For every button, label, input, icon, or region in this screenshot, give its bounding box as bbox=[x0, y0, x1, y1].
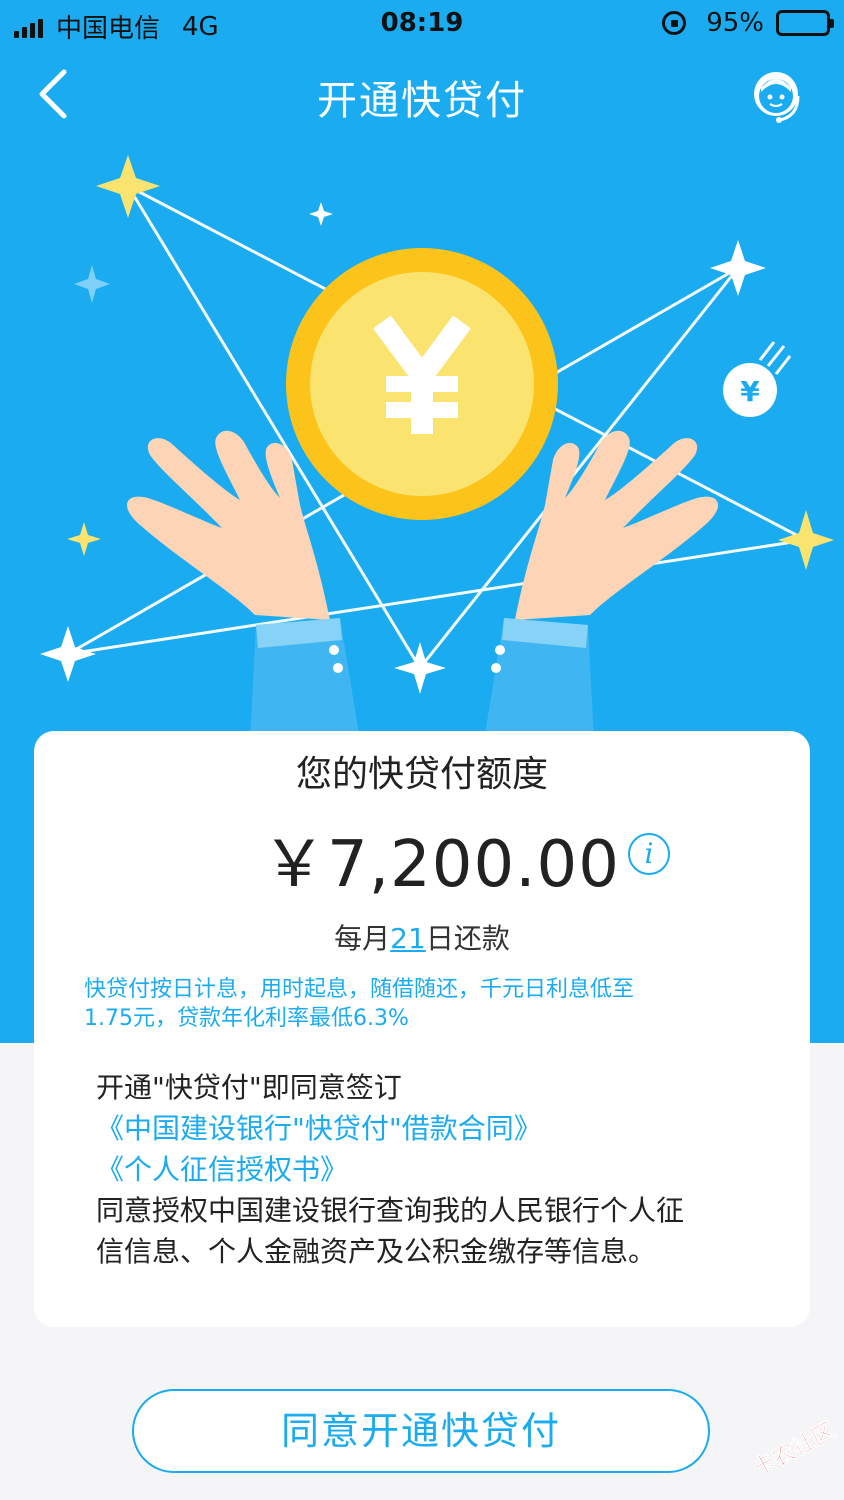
watermark-logo: 卡农社区 bbox=[749, 1418, 840, 1476]
credit-limit-title: 您的快贷付额度 bbox=[295, 754, 548, 795]
info-icon[interactable]: i bbox=[628, 833, 670, 875]
sparkle-star-icon bbox=[309, 202, 333, 226]
svg-text:卡农社区: 卡农社区 bbox=[749, 1418, 839, 1476]
orientation-lock-icon bbox=[662, 11, 687, 35]
amount-row: ￥7,200.00 i bbox=[34, 813, 810, 902]
status-right: 95% bbox=[662, 8, 834, 38]
sparkle-star-icon bbox=[40, 626, 96, 682]
credit-authorization-link[interactable]: 《个人征信授权书》 bbox=[96, 1149, 756, 1190]
battery-icon bbox=[776, 10, 834, 36]
loan-contract-link[interactable]: 《中国建设银行"快贷付"借款合同》 bbox=[96, 1108, 756, 1149]
interest-notice: 快贷付按日计息，用时起息，随借随还，千元日利息低至 1.75元，贷款年化利率最低… bbox=[84, 975, 784, 1033]
coin-icon bbox=[286, 248, 558, 520]
notice-line: 1.75元，贷款年化利率最低6.3% bbox=[84, 1006, 409, 1031]
repay-prefix: 每月 bbox=[334, 922, 391, 955]
customer-service-icon[interactable] bbox=[746, 66, 808, 128]
hero-illustration: ¥ bbox=[40, 155, 834, 740]
sparkle-star-icon bbox=[96, 155, 160, 218]
credit-card-panel: 您的快贷付额度 ￥7,200.00 i 每月21日还款 快贷付按日计息，用时起息… bbox=[34, 731, 810, 1327]
sparkle-star-icon bbox=[67, 522, 101, 556]
sparkle-star-icon bbox=[710, 240, 766, 296]
authorization-line: 信信息、个人金融资产及公积金缴存等信息。 bbox=[96, 1235, 657, 1268]
authorization-line: 同意授权中国建设银行查询我的人民银行个人征 bbox=[96, 1194, 685, 1227]
agreement-text: 开通"快贷付"即同意签订 《中国建设银行"快贷付"借款合同》 《个人征信授权书》… bbox=[96, 1067, 756, 1272]
agreement-intro: 开通"快贷付"即同意签订 bbox=[96, 1071, 402, 1104]
sparkle-star-icon bbox=[74, 265, 110, 303]
svg-text:¥: ¥ bbox=[740, 375, 760, 408]
notice-line: 快贷付按日计息，用时起息，随借随还，千元日利息低至 bbox=[84, 977, 635, 1002]
repayment-date: 每月21日还款 bbox=[34, 917, 810, 957]
agree-open-button[interactable]: 同意开通快贷付 bbox=[132, 1389, 710, 1473]
battery-percent: 95% bbox=[706, 8, 764, 38]
nav-bar: 开通快贷付 bbox=[0, 50, 844, 140]
page-title: 开通快贷付 bbox=[317, 78, 527, 124]
status-bar: 中国电信 4G 08:19 95% bbox=[0, 0, 844, 48]
repay-day: 21 bbox=[390, 922, 426, 955]
repay-suffix: 日还款 bbox=[425, 922, 510, 955]
sparkle-star-icon bbox=[778, 510, 834, 570]
small-coin-icon: ¥ bbox=[723, 341, 792, 417]
credit-amount: ￥7,200.00 bbox=[262, 828, 620, 902]
sparkle-star-icon bbox=[394, 642, 446, 694]
